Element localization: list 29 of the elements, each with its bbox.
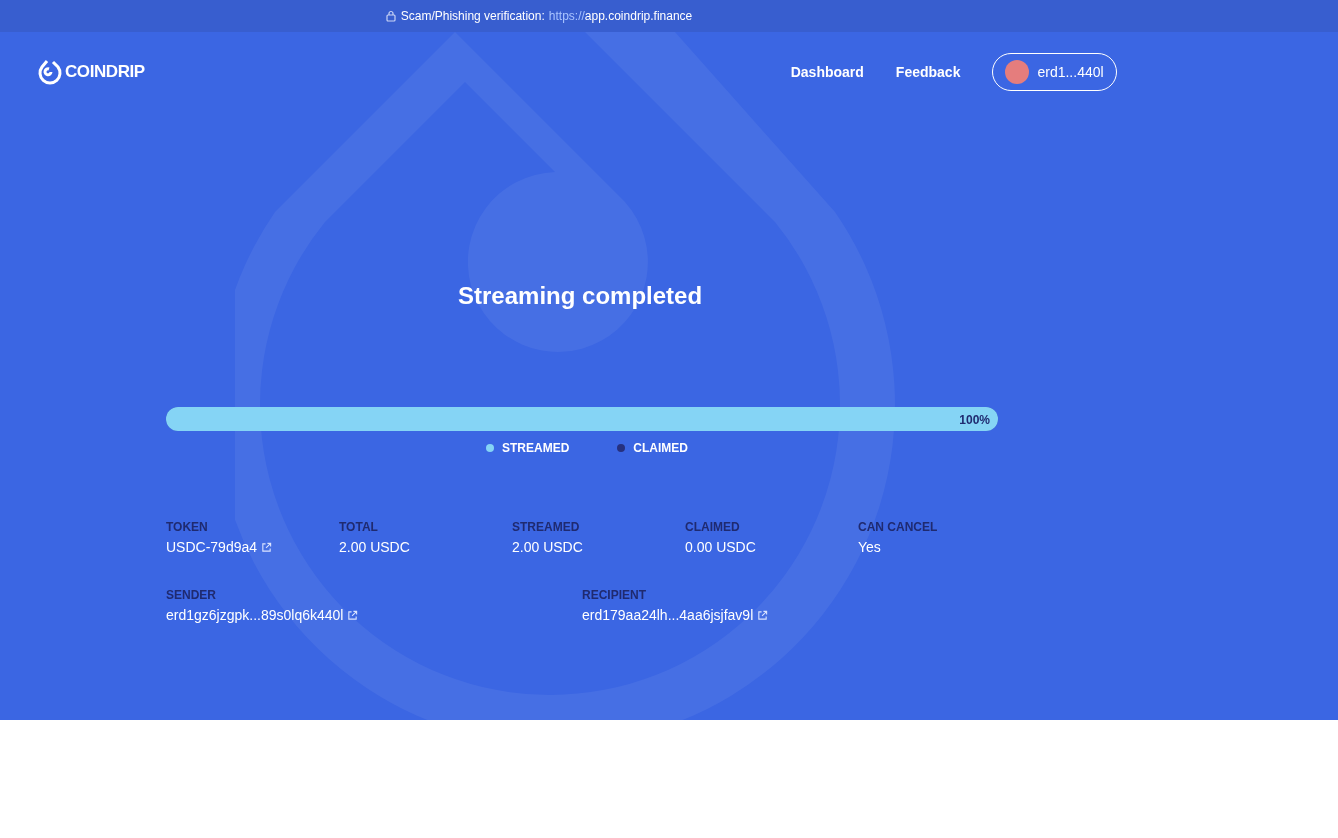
verification-url[interactable]: https://app.coindrip.finance [548,7,693,25]
external-link-icon[interactable] [757,609,769,621]
nav-link[interactable]: Feedback [895,61,961,83]
avatar-icon [1005,60,1030,84]
external-link-icon[interactable] [261,541,273,553]
field-value: erd1gz6jzgpk...89s0lq6k440l [166,606,344,625]
lock-icon [385,10,396,22]
external-link-icon[interactable] [347,609,359,621]
field-value: Yes [858,538,881,557]
field-label: CAN CANCEL [858,519,939,535]
nav-link[interactable]: Dashboard [790,61,864,83]
field-value: 2.00 USDC [512,538,583,557]
field-label: SENDER [166,587,217,603]
field-value: erd179aa24lh...4aa6jsjfav9l [582,606,754,625]
field-value: USDC-79d9a4 [166,538,258,557]
drop-logo-icon [38,58,63,86]
field-label: RECIPIENT [582,587,647,603]
field-label: CLAIMED [685,519,741,535]
verification-label: Scam/Phishing verification: [400,8,545,25]
field-label: TOKEN [166,519,209,535]
field-value: 2.00 USDC [339,538,410,557]
progress-reading: 100% [959,412,990,429]
field-label: TOTAL [339,519,379,535]
status-title: Streaming completed [458,282,704,310]
legend-label: STREAMED [502,440,570,457]
field-label: STREAMED [512,519,581,535]
legend-label: CLAIMED [633,440,688,457]
field-value: 0.00 USDC [685,538,756,557]
brand-name[interactable]: COINDRIP [65,59,145,85]
